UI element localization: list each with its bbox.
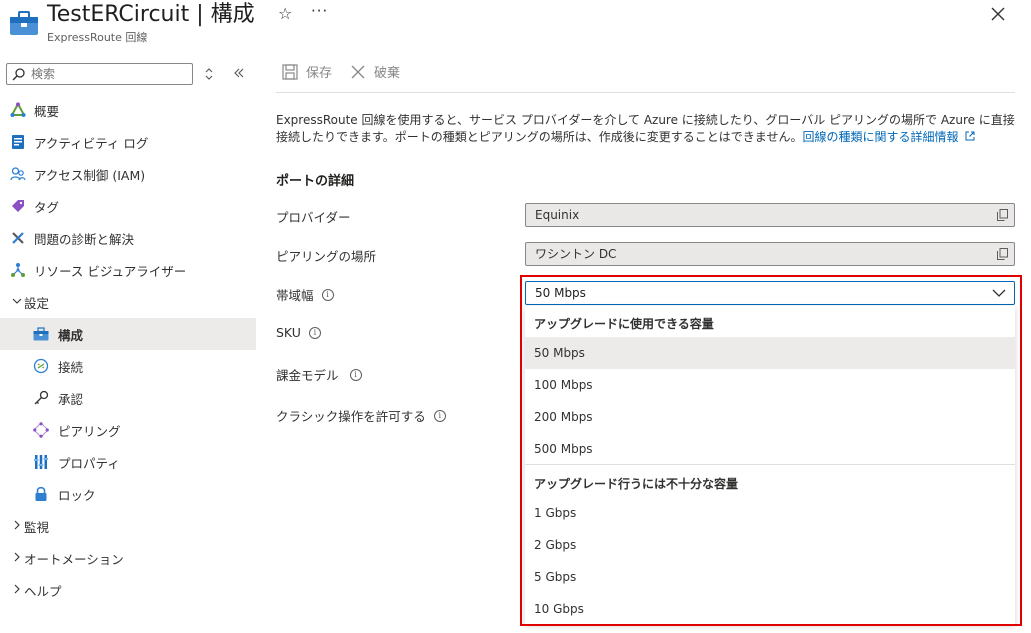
- collapse-menu-icon[interactable]: [232, 66, 246, 80]
- chevron-down-icon: [12, 296, 22, 309]
- info-icon[interactable]: i: [321, 288, 334, 301]
- save-button[interactable]: 保存: [282, 62, 332, 81]
- tag-icon: [9, 197, 27, 215]
- chevron-right-icon: [12, 584, 22, 597]
- discard-x-icon: [351, 65, 365, 78]
- chevron-right-icon: [12, 520, 22, 533]
- provider-field: Equinix: [525, 203, 1015, 227]
- peering-icon: [32, 421, 50, 439]
- page-title: TestERCircuit | 構成: [47, 2, 255, 27]
- copy-icon[interactable]: [997, 209, 1008, 221]
- sidebar-item-activity-log[interactable]: アクティビティ ログ: [0, 126, 256, 158]
- lock-icon: [32, 485, 50, 503]
- overview-triangle-icon: [9, 101, 27, 119]
- description-text: ExpressRoute 回線を使用すると、サービス プロバイダーを介して Az…: [276, 113, 1015, 144]
- sidebar-group-help[interactable]: ヘルプ: [0, 574, 256, 606]
- sidebar-group-settings[interactable]: 設定: [0, 286, 256, 318]
- sidebar-item-iam[interactable]: アクセス制御 (IAM): [0, 158, 256, 190]
- sidebar-item-resource-visualizer[interactable]: リソース ビジュアライザー: [0, 254, 256, 286]
- sidebar-item-peerings[interactable]: ピアリング: [0, 414, 256, 446]
- sidebar-item-overview[interactable]: 概要: [0, 94, 256, 126]
- wrench-icon: [9, 229, 27, 247]
- info-icon[interactable]: i: [308, 326, 321, 339]
- bandwidth-label: 帯域幅 i: [276, 285, 334, 304]
- more-options-icon[interactable]: ···: [311, 2, 328, 20]
- copy-icon[interactable]: [997, 248, 1008, 260]
- properties-icon: [32, 453, 50, 471]
- sidebar-nav: 概要 アクティビティ ログ アクセス制御 (IAM) タグ 問題の診断と解決 リ…: [0, 94, 256, 606]
- search-box[interactable]: [6, 63, 193, 85]
- peering-location-field: ワシントン DC: [525, 242, 1015, 266]
- key-icon: [32, 389, 50, 407]
- sidebar-item-connections[interactable]: 接続: [0, 350, 256, 382]
- info-icon[interactable]: i: [349, 368, 362, 381]
- toolbar-divider: [276, 92, 1015, 93]
- sidebar-item-locks[interactable]: ロック: [0, 478, 256, 510]
- discard-button[interactable]: 破棄: [350, 62, 400, 81]
- search-input[interactable]: [31, 66, 189, 82]
- save-icon: [282, 63, 298, 80]
- blade-header: TestERCircuit | 構成 ExpressRoute 回線 ☆ ···: [0, 0, 1031, 52]
- provider-label: プロバイダー: [276, 210, 351, 225]
- sidebar-group-monitoring[interactable]: 監視: [0, 510, 256, 542]
- sidebar-item-tags[interactable]: タグ: [0, 190, 256, 222]
- expressroute-circuit-icon: [10, 11, 38, 35]
- external-link-icon[interactable]: [965, 131, 975, 141]
- favorite-star-icon[interactable]: ☆: [278, 4, 292, 23]
- billing-model-label: 課金モデル i: [276, 365, 362, 384]
- peering-location-label: ピアリングの場所: [276, 249, 377, 264]
- sku-label: SKU i: [276, 325, 321, 340]
- classic-operations-label: クラシック操作を許可する i: [276, 406, 446, 425]
- sort-updown-icon[interactable]: [203, 66, 215, 82]
- sidebar-item-diagnose[interactable]: 問題の診断と解決: [0, 222, 256, 254]
- activity-log-icon: [9, 133, 27, 151]
- close-icon[interactable]: [988, 4, 1008, 24]
- sidebar-group-automation[interactable]: オートメーション: [0, 542, 256, 574]
- learn-more-link[interactable]: 回線の種類に関する詳細情報: [802, 130, 958, 144]
- sidebar-item-properties[interactable]: プロパティ: [0, 446, 256, 478]
- search-icon: [12, 68, 25, 81]
- connection-icon: [32, 357, 50, 375]
- sidebar-item-configuration[interactable]: 構成: [0, 318, 256, 350]
- page-subtitle: ExpressRoute 回線: [47, 31, 148, 44]
- info-icon[interactable]: i: [433, 409, 446, 422]
- chevron-right-icon: [12, 552, 22, 565]
- sidebar-item-authorizations[interactable]: 承認: [0, 382, 256, 414]
- people-icon: [9, 165, 27, 183]
- highlight-box: [520, 275, 1022, 626]
- port-details-heading: ポートの詳細: [276, 174, 355, 189]
- network-icon: [9, 261, 27, 279]
- configuration-icon: [32, 325, 50, 343]
